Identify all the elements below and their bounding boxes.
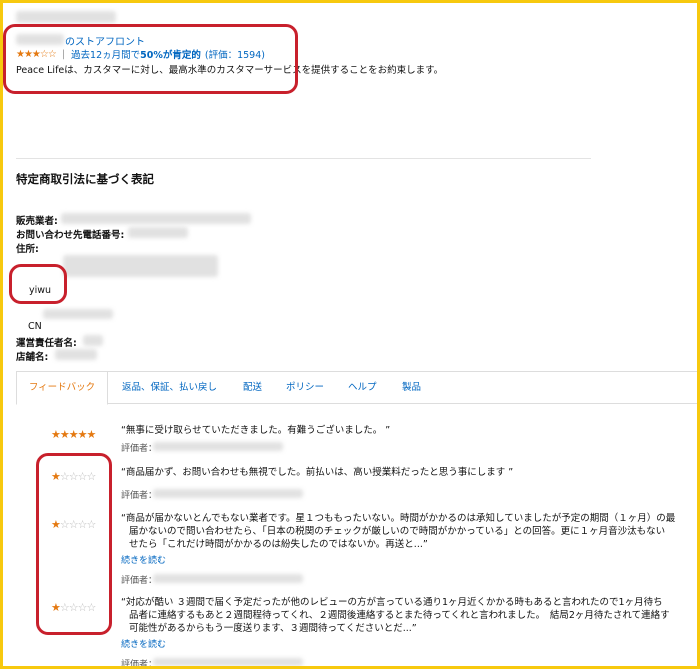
review-text: “商品届かず、お問い合わせも無視でした。前払いは、高い授業料だったと思う事にしま… — [121, 467, 514, 478]
redacted-seller — [61, 213, 251, 224]
review-text-line: “商品が届かないとんでもない業者です。星１つももったいない。時間がかかるのは承知… — [121, 513, 676, 524]
address-country: CN — [28, 321, 42, 332]
review-text-line: 品者に連絡するもあと２週間程待ってくれ、２週間後連絡するとまた待ってくれと言われ… — [129, 610, 670, 621]
highlight-box-city — [9, 264, 67, 304]
highlight-box-storefront — [3, 24, 298, 94]
redacted-reviewer — [153, 442, 283, 451]
highlight-box-low-ratings — [36, 453, 112, 635]
shop-label: 店舗名: — [16, 352, 49, 363]
redacted-manager — [83, 335, 103, 346]
redacted-reviewer — [153, 489, 303, 498]
reviewer-label: 評価者： — [121, 660, 158, 666]
redacted-phone — [128, 227, 188, 238]
divider — [16, 158, 591, 159]
tab-help[interactable]: ヘルプ — [338, 372, 387, 404]
review-stars-icon: ★★★★★ — [51, 428, 96, 441]
redacted-address — [63, 255, 218, 277]
seller-tabs: フィードバック 返品、保証、払い戻し 配送 ポリシー ヘルプ 製品 — [16, 371, 697, 405]
review-text-line: せたら「これだけ時間がかかるのは紛失したのではないか。再送と...” — [129, 539, 428, 550]
redacted-reviewer — [153, 658, 303, 666]
redacted-shop — [55, 349, 97, 360]
address-label: 住所: — [16, 244, 39, 255]
reviewer-label: 評価者： — [121, 576, 158, 586]
phone-label: お問い合わせ先電話番号: — [16, 230, 125, 241]
review-text: “対応が酷い ３週間で届く予定だったが他のレビューの方が言っている通り1ヶ月近く… — [121, 596, 697, 635]
review-text-line: 届かないので問い合わせたら、「日本の税関のチェックが厳しいので時間がかかっている… — [129, 526, 666, 537]
redacted-postal — [43, 309, 113, 319]
legal-section-title: 特定商取引法に基づく表記 — [16, 172, 154, 186]
seller-label: 販売業者: — [16, 216, 58, 227]
star-filled-icon: ★★★★★ — [51, 428, 96, 441]
tab-products[interactable]: 製品 — [392, 372, 431, 404]
read-more-link[interactable]: 続きを読む — [121, 637, 166, 650]
reviewer-label: 評価者： — [121, 444, 158, 454]
redacted-seller-name — [16, 11, 116, 23]
review-text-line: 可能性があるからもう一度送ります、３週間待ってくださいとだ...” — [129, 623, 417, 634]
review-text: “商品が届かないとんでもない業者です。星１つももったいない。時間がかかるのは承知… — [121, 512, 697, 551]
tab-policy[interactable]: ポリシー — [276, 372, 334, 404]
review-text-line: “対応が酷い ３週間で届く予定だったが他のレビューの方が言っている通り1ヶ月近く… — [121, 597, 663, 608]
tab-feedback[interactable]: フィードバック — [16, 372, 108, 405]
tab-returns[interactable]: 返品、保証、払い戻し — [112, 372, 227, 404]
reviewer-label: 評価者： — [121, 491, 158, 501]
manager-label: 運営責任者名: — [16, 338, 77, 349]
review-text: “無事に受け取らせていただきました。有難うございました。 ” — [121, 425, 391, 436]
page: { "storefront": { "link_suffix": "のストアフロ… — [0, 0, 700, 669]
redacted-reviewer — [153, 574, 303, 583]
tab-shipping[interactable]: 配送 — [233, 372, 272, 404]
read-more-link[interactable]: 続きを読む — [121, 553, 166, 566]
screenshot-frame: のストアフロント ★★★☆☆ | 過去12ヵ月間で 50%が肯定的 (評価：15… — [3, 3, 697, 666]
